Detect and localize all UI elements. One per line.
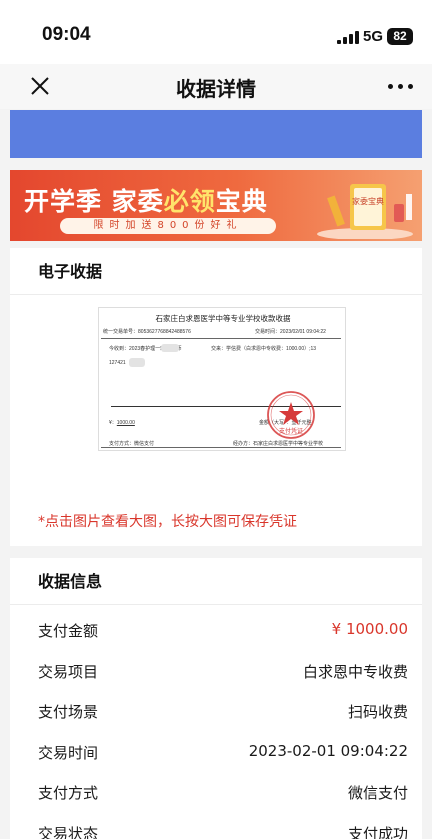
signal-icon [337,31,359,44]
info-row-scene: 支付场景 扫码收费 [10,692,422,733]
banner-title: 开学季 家委必领宝典 [24,187,268,216]
row-value: 微信支付 [347,784,408,802]
info-row-status: 交易状态 支付成功 [10,814,422,839]
status-time: 09:04 [42,24,91,45]
more-icon[interactable] [388,74,414,98]
receipt-tip: *点击图片查看大图，长按大图可保存凭证 [38,514,297,530]
svg-text:家委宝典: 家委宝典 [352,196,384,206]
row-label: 支付场景 [38,703,99,721]
blue-banner-strip[interactable] [10,110,422,158]
info-row-item: 交易项目 白求恩中专收费 [10,652,422,693]
svg-text:支付凭证: 支付凭证 [279,427,303,435]
section-header-receipt: 电子收据 [10,248,422,295]
row-label: 交易状态 [38,824,99,839]
receipt-image[interactable]: 石家庄白求恩医学中等专业学校收款收据 统一交易单号：80536277688424… [98,307,346,451]
row-label: 支付金额 [38,622,99,640]
network-type: 5G [363,28,384,45]
book-illustration-icon: 家委宝典 [317,184,413,239]
nav-bar: 收据详情 [0,64,432,109]
status-bar: 09:04 5G 82 [0,0,432,64]
info-row-method: 支付方式 微信支付 [10,773,422,814]
receipt-info-section: 收据信息 支付金额 ¥ 1000.00 交易项目 白求恩中专收费 支付场景 扫码… [10,558,422,839]
page-title: 收据详情 [176,77,256,101]
row-value: 2023-02-01 09:04:22 [248,741,408,760]
row-label: 交易时间 [38,743,99,762]
promo-banner[interactable]: 开学季 家委必领宝典 限时加送800份好礼 家委宝典 [10,170,422,241]
info-row-time: 交易时间 2023-02-01 09:04:22 [10,733,422,774]
battery-icon: 82 [387,28,413,45]
receipt-doc-title: 石家庄白求恩医学中等专业学校收款收据 [155,314,291,323]
row-value: 扫码收费 [347,703,408,721]
section-header-info: 收据信息 [10,558,422,605]
official-stamp-icon: 支付凭证 [267,391,315,439]
row-value: 白求恩中专收费 [302,662,408,681]
row-value: ¥ 1000.00 [331,620,408,638]
row-value: 支付成功 [347,824,408,839]
banner-subtitle: 限时加送800份好礼 [60,218,276,234]
info-row-amount: 支付金额 ¥ 1000.00 [10,611,422,652]
electronic-receipt-section: 电子收据 石家庄白求恩医学中等专业学校收款收据 统一交易单号：805362776… [10,248,422,546]
row-label: 交易项目 [38,662,99,681]
row-label: 支付方式 [38,784,99,802]
